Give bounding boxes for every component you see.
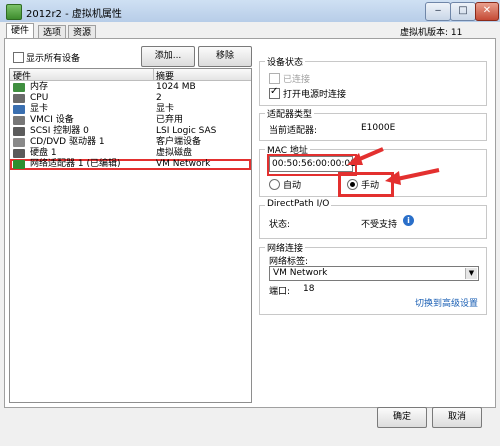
mac-manual-radio[interactable] xyxy=(347,179,358,190)
hardware-row-name: VMCI 设备 xyxy=(30,115,74,125)
cancel-button[interactable]: 取消 xyxy=(432,407,482,428)
vm-app-icon xyxy=(6,4,22,20)
hardware-row-summary: 虚拟磁盘 xyxy=(156,148,193,158)
hardware-row-name: 硬盘 1 xyxy=(30,148,57,158)
network-connection-title: 网络连接 xyxy=(265,241,306,254)
hardware-row-summary: 已弃用 xyxy=(156,115,184,125)
hardware-row[interactable]: SCSI 控制器 0 LSI Logic SAS xyxy=(10,126,251,137)
mac-manual-label: 手动 xyxy=(361,181,380,191)
directpath-status-label: 状态: xyxy=(269,220,291,230)
column-header-hardware[interactable]: 硬件 xyxy=(13,69,31,82)
red-arrow-icon-manual xyxy=(385,168,440,185)
hardware-row[interactable]: 内存 1024 MB xyxy=(10,82,251,93)
connect-on-power-label: 打开电源时连接 xyxy=(283,90,347,100)
hardware-row-name: 网络适配器 1 (已编辑) xyxy=(30,159,121,169)
hardware-row-summary: 客户端设备 xyxy=(156,137,202,147)
hardware-list: 硬件 摘要 内存 1024 MB CPU 2 显卡 显卡 VMCI 设备 已弃用 SCSI 控制… xyxy=(9,68,252,403)
mac-auto-label: 自动 xyxy=(283,181,302,191)
directpath-status-value: 不受支持 xyxy=(361,220,398,230)
maximize-button[interactable]: □ xyxy=(450,2,476,21)
hardware-row[interactable]: CD/DVD 驱动器 1 客户端设备 xyxy=(10,137,251,148)
port-value: 18 xyxy=(303,284,315,294)
hardware-row-summary: 1024 MB xyxy=(156,82,196,92)
tab-hardware[interactable]: 硬件 xyxy=(6,23,35,39)
hardware-row[interactable]: 网络适配器 1 (已编辑) VM Network xyxy=(10,159,251,170)
advanced-settings-link[interactable]: 切换到高级设置 xyxy=(415,296,478,309)
hardware-row[interactable]: 显卡 显卡 xyxy=(10,104,251,115)
network-icon xyxy=(13,160,25,169)
connected-checkbox[interactable] xyxy=(269,73,280,84)
hardware-row[interactable]: 硬盘 1 虚拟磁盘 xyxy=(10,148,251,159)
ok-button[interactable]: 确定 xyxy=(377,407,427,428)
red-arrow-icon xyxy=(347,147,384,165)
hardware-tab-panel: 显示所有设备 添加... 移除 硬件 摘要 内存 1024 MB CPU 2 显卡 显卡 V… xyxy=(4,38,496,408)
hardware-list-header: 硬件 摘要 xyxy=(10,69,251,82)
vmci-icon xyxy=(13,116,25,125)
column-header-summary[interactable]: 摘要 xyxy=(156,69,174,82)
hardware-row-summary: VM Network xyxy=(156,159,211,169)
display-icon xyxy=(13,105,25,114)
hardware-row-summary: LSI Logic SAS xyxy=(156,126,217,136)
close-button[interactable]: ✕ xyxy=(475,2,499,21)
network-label-selected: VM Network xyxy=(273,268,328,278)
cpu-icon xyxy=(13,94,25,103)
hardware-row[interactable]: VMCI 设备 已弃用 xyxy=(10,115,251,126)
hardware-row-name: CPU xyxy=(30,93,49,103)
vm-properties-dialog: 硬件 选项 资源 虚拟机版本: 11 显示所有设备 添加... 移除 硬件 摘要… xyxy=(0,22,500,446)
hardware-row-summary: 显卡 xyxy=(156,104,175,114)
vm-version-label: 虚拟机版本: 11 xyxy=(400,28,463,38)
port-label: 端口: xyxy=(269,287,291,297)
remove-button[interactable]: 移除 xyxy=(198,46,252,67)
hardware-row-name: 显卡 xyxy=(30,104,49,114)
title-bar: 2012r2 - 虚拟机属性 ‒ □ ✕ xyxy=(0,0,500,23)
adapter-type-title: 适配器类型 xyxy=(265,107,315,120)
hardware-row-name: SCSI 控制器 0 xyxy=(30,126,89,136)
mac-auto-radio[interactable] xyxy=(269,179,280,190)
memory-icon xyxy=(13,83,25,92)
show-all-devices-checkbox[interactable] xyxy=(13,52,24,63)
window-title: 2012r2 - 虚拟机属性 xyxy=(26,9,122,20)
minimize-button[interactable]: ‒ xyxy=(425,2,451,21)
current-adapter-label: 当前适配器: xyxy=(269,126,318,136)
connect-on-power-checkbox[interactable] xyxy=(269,86,280,99)
current-adapter-value: E1000E xyxy=(361,123,396,133)
directpath-title: DirectPath I/O xyxy=(265,199,332,209)
scsi-icon xyxy=(13,127,25,136)
connected-label: 已连接 xyxy=(283,75,311,85)
device-status-title: 设备状态 xyxy=(265,55,306,68)
hardware-row-name: 内存 xyxy=(30,82,49,92)
network-label-select[interactable]: VM Network ▼ xyxy=(269,266,479,281)
show-all-devices-label: 显示所有设备 xyxy=(26,54,81,64)
disk-icon xyxy=(13,149,25,158)
hardware-row-name: CD/DVD 驱动器 1 xyxy=(30,137,105,147)
hardware-row-summary: 2 xyxy=(156,93,162,103)
column-divider xyxy=(153,69,154,80)
add-button[interactable]: 添加... xyxy=(141,46,195,67)
hardware-row[interactable]: CPU 2 xyxy=(10,93,251,104)
info-icon[interactable]: i xyxy=(403,215,414,226)
chevron-down-icon[interactable]: ▼ xyxy=(465,268,477,279)
cdrom-icon xyxy=(13,138,25,147)
